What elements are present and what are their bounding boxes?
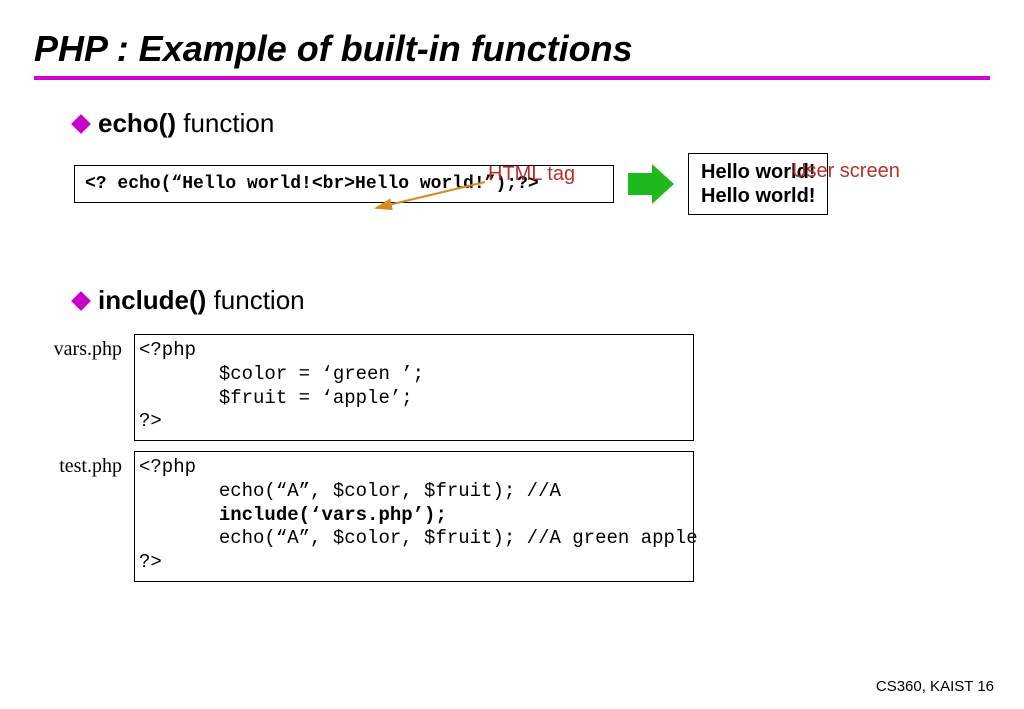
bullet-echo-text: echo() function: [98, 108, 274, 139]
file-box-test: <?php echo(“A”, $color, $fruit); //A inc…: [134, 451, 694, 582]
slide-footer: CS360, KAIST 16: [876, 678, 994, 695]
diamond-bullet-icon: [71, 114, 91, 134]
file-label-vars: vars.php: [34, 334, 134, 361]
output-line-2: Hello world!: [701, 184, 815, 208]
file-box-vars: <?php $color = ‘green ’; $fruit = ‘apple…: [134, 334, 694, 441]
slide-title: PHP : Example of built-in functions: [34, 28, 990, 70]
bullet-include-bold: include(): [98, 285, 206, 315]
html-tag-label: HTML tag: [488, 163, 575, 186]
user-screen-label: User screen: [792, 160, 900, 183]
bullet-include: include() function: [74, 285, 990, 316]
file-row-vars: vars.php <?php $color = ‘green ’; $fruit…: [34, 334, 990, 441]
footer-course: CS360, KAIST: [876, 678, 973, 695]
file-row-test: test.php <?php echo(“A”, $color, $fruit)…: [34, 451, 990, 582]
bullet-echo-bold: echo(): [98, 108, 176, 138]
bullet-echo: echo() function: [74, 108, 990, 139]
bullet-include-text: include() function: [98, 285, 305, 316]
file-label-test: test.php: [34, 451, 134, 478]
diamond-bullet-icon: [71, 291, 91, 311]
footer-page: 16: [977, 678, 994, 695]
title-divider: [34, 76, 990, 80]
arrow-right-icon: [628, 164, 674, 204]
bullet-echo-rest: function: [176, 108, 274, 138]
bullet-include-rest: function: [206, 285, 304, 315]
